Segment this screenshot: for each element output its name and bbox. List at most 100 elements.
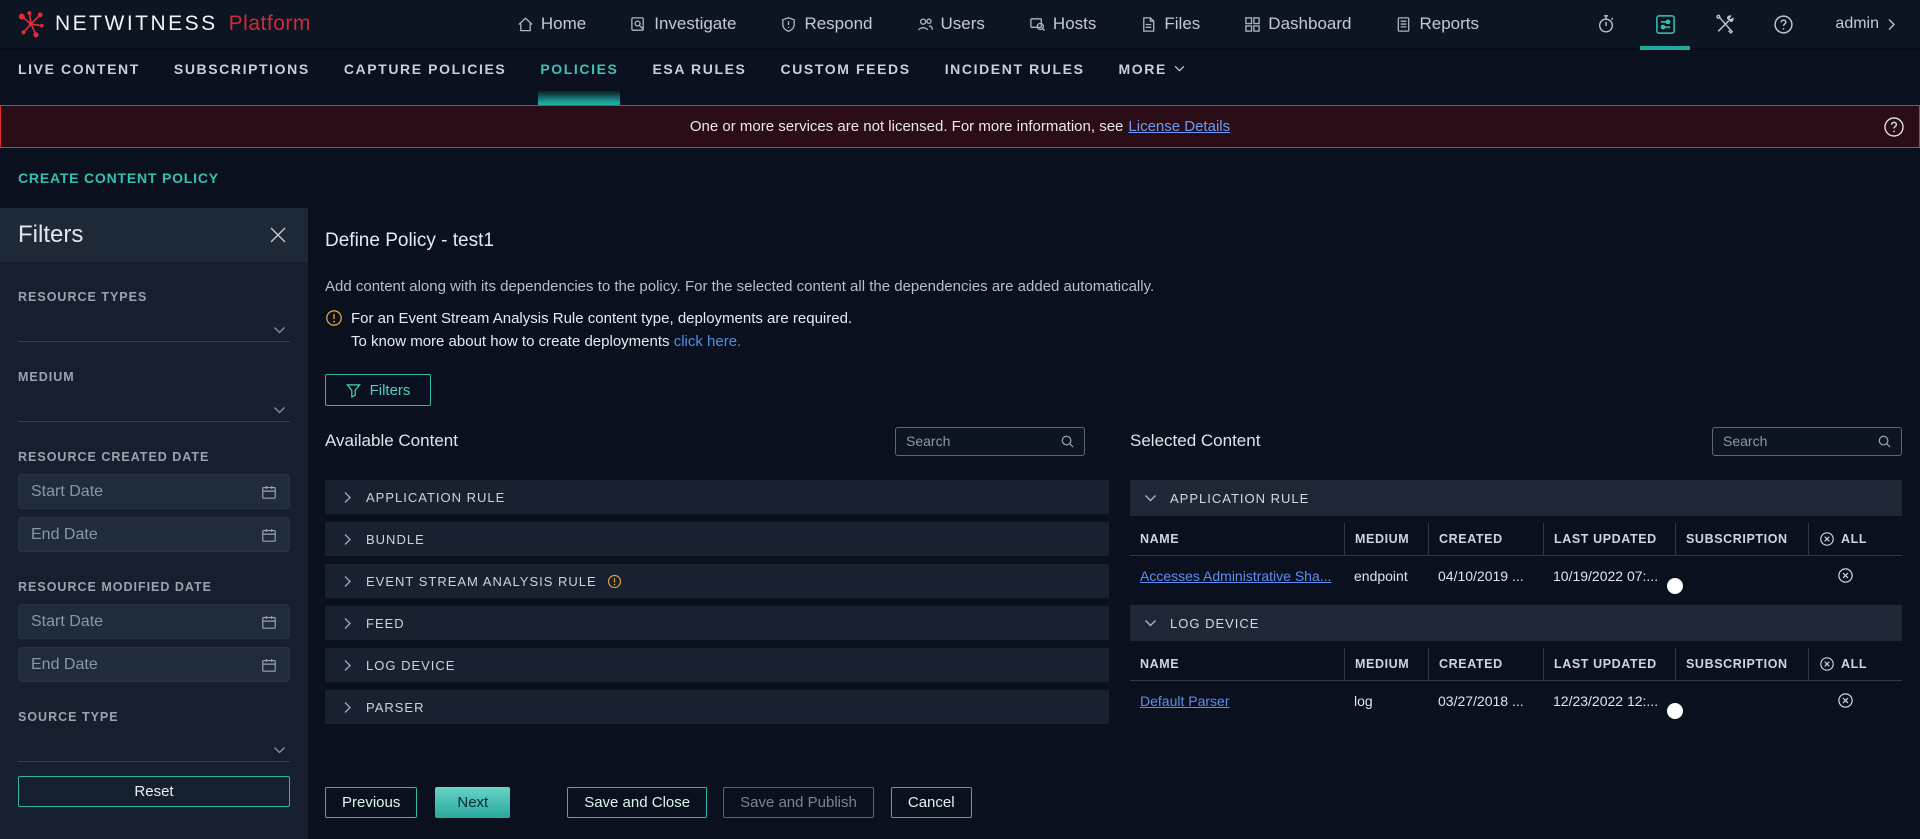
nav-item-home[interactable]: Home	[517, 14, 586, 34]
modified-end-date-input[interactable]	[31, 655, 261, 674]
dashboard-icon	[1244, 16, 1261, 33]
table-row: Accesses Administrative Sha... endpoint …	[1130, 556, 1902, 595]
nav-label: Reports	[1419, 14, 1479, 33]
resource-types-select[interactable]	[18, 304, 290, 342]
tab-policies[interactable]: POLICIES	[538, 61, 621, 105]
admin-label: admin	[1835, 15, 1879, 32]
save-and-publish-button[interactable]: Save and Publish	[723, 787, 874, 818]
available-search[interactable]	[895, 426, 1085, 456]
admin-menu[interactable]: admin	[1835, 15, 1896, 33]
resource-modified-date-label: RESOURCE MODIFIED DATE	[18, 580, 212, 594]
previous-button[interactable]: Previous	[325, 787, 418, 818]
medium-select[interactable]	[18, 384, 290, 422]
tab-more[interactable]: MORE	[1119, 61, 1185, 77]
save-and-close-button[interactable]: Save and Close	[567, 787, 708, 818]
col-last-updated: LAST UPDATED	[1543, 648, 1675, 680]
deployments-help-line: To know more about how to create deploym…	[351, 333, 742, 350]
col-created: CREATED	[1428, 648, 1543, 680]
content-link[interactable]: Default Parser	[1140, 693, 1229, 709]
remove-icon[interactable]	[1837, 692, 1854, 709]
nav-label: Dashboard	[1268, 14, 1352, 33]
nav-item-files[interactable]: Files	[1140, 14, 1200, 34]
calendar-icon[interactable]	[261, 614, 277, 630]
nav-item-users[interactable]: Users	[917, 14, 985, 34]
footer-actions: Previous Next Save and Close Save and Pu…	[325, 787, 1902, 818]
tab-incident-rules[interactable]: INCIDENT RULES	[945, 61, 1085, 77]
nav-item-hosts[interactable]: Hosts	[1029, 14, 1096, 34]
remove-all-icon[interactable]	[1819, 656, 1835, 672]
available-row-event-stream-analysis-rule[interactable]: EVENT STREAM ANALYSIS RULE	[325, 564, 1109, 598]
cancel-button[interactable]: Cancel	[890, 787, 972, 818]
group-header-log-device[interactable]: LOG DEVICE	[1130, 605, 1902, 641]
available-row-parser[interactable]: PARSER	[325, 690, 1109, 724]
funnel-icon	[345, 383, 361, 398]
selected-search[interactable]	[1712, 426, 1902, 456]
chevron-down-icon	[273, 406, 286, 414]
modified-start-date-input[interactable]	[31, 612, 261, 631]
source-type-select[interactable]	[18, 724, 290, 762]
search-icon[interactable]	[1060, 434, 1075, 449]
search-icon[interactable]	[1877, 434, 1892, 449]
timer-icon[interactable]	[1595, 13, 1617, 35]
create-bar: CREATE CONTENT POLICY	[0, 148, 1920, 208]
remove-all-icon[interactable]	[1819, 531, 1835, 547]
created-start-date-field[interactable]	[18, 474, 290, 509]
nav-item-reports[interactable]: Reports	[1395, 14, 1479, 34]
filters-panel-body: RESOURCE TYPES MEDIUM RESOURCE CREATED D…	[0, 262, 308, 839]
filters-button[interactable]: Filters	[325, 374, 431, 406]
calendar-icon[interactable]	[261, 484, 277, 500]
available-row-application-rule[interactable]: APPLICATION RULE	[325, 480, 1109, 514]
help-icon[interactable]	[1883, 116, 1905, 142]
created-end-date-field[interactable]	[18, 517, 290, 552]
next-button[interactable]: Next	[435, 787, 511, 818]
chevron-right-icon	[344, 491, 351, 503]
reset-button[interactable]: Reset	[18, 776, 290, 807]
license-banner: One or more services are not licensed. F…	[0, 105, 1920, 148]
available-row-log-device[interactable]: LOG DEVICE	[325, 648, 1109, 682]
chevron-right-icon	[344, 575, 351, 587]
modified-end-date-field[interactable]	[18, 647, 290, 682]
nav-item-dashboard[interactable]: Dashboard	[1244, 14, 1351, 34]
tools-icon[interactable]	[1713, 13, 1735, 35]
calendar-icon[interactable]	[261, 527, 277, 543]
tab-esa-rules[interactable]: ESA RULES	[652, 61, 746, 77]
license-details-link[interactable]: License Details	[1128, 118, 1230, 135]
tab-capture-policies[interactable]: CAPTURE POLICIES	[344, 61, 507, 77]
calendar-icon[interactable]	[261, 657, 277, 673]
source-type-label: SOURCE TYPE	[18, 710, 119, 724]
group-header-application-rule[interactable]: APPLICATION RULE	[1130, 480, 1902, 516]
nav-label: Hosts	[1052, 14, 1097, 33]
created-end-date-input[interactable]	[31, 525, 261, 544]
help-icon[interactable]	[1772, 13, 1794, 35]
admin-settings-icon[interactable]	[1640, 13, 1691, 50]
remove-icon[interactable]	[1837, 567, 1854, 584]
content-panels: Available Content APPLICATION RULE	[325, 426, 1902, 732]
available-row-bundle[interactable]: BUNDLE	[325, 522, 1109, 556]
table-header: NAME MEDIUM CREATED LAST UPDATED SUBSCRI…	[1130, 523, 1902, 556]
resource-types-label: RESOURCE TYPES	[18, 290, 148, 304]
available-row-feed[interactable]: FEED	[325, 606, 1109, 640]
chevron-right-icon	[344, 533, 351, 545]
cell-medium: endpoint	[1354, 567, 1408, 584]
hosts-icon	[1029, 16, 1046, 33]
available-content-title: Available Content	[325, 431, 458, 450]
nav-label: Files	[1164, 14, 1201, 33]
nav-item-respond[interactable]: Respond	[780, 14, 873, 34]
table-header: NAME MEDIUM CREATED LAST UPDATED SUBSCRI…	[1130, 648, 1902, 681]
selected-search-input[interactable]	[1723, 433, 1877, 449]
created-start-date-input[interactable]	[31, 482, 261, 501]
nav-item-investigate[interactable]: Investigate	[630, 14, 736, 34]
tab-live-content[interactable]: LIVE CONTENT	[18, 61, 140, 77]
tab-custom-feeds[interactable]: CUSTOM FEEDS	[781, 61, 911, 77]
close-icon[interactable]	[268, 225, 288, 245]
content-link[interactable]: Accesses Administrative Sha...	[1140, 568, 1331, 584]
modified-start-date-field[interactable]	[18, 604, 290, 639]
click-here-link[interactable]: click here.	[674, 333, 742, 350]
chevron-right-icon	[344, 617, 351, 629]
cell-last-updated: 12/23/2022 12:...	[1553, 692, 1659, 709]
nav-label: Respond	[804, 14, 873, 33]
available-search-input[interactable]	[906, 433, 1060, 449]
netwitness-logo[interactable]: NETWITNESS Platform	[16, 9, 311, 39]
tab-subscriptions[interactable]: SUBSCRIPTIONS	[174, 61, 310, 77]
content: Filters RESOURCE TYPES MEDIUM RESOURCE C…	[0, 208, 1920, 839]
